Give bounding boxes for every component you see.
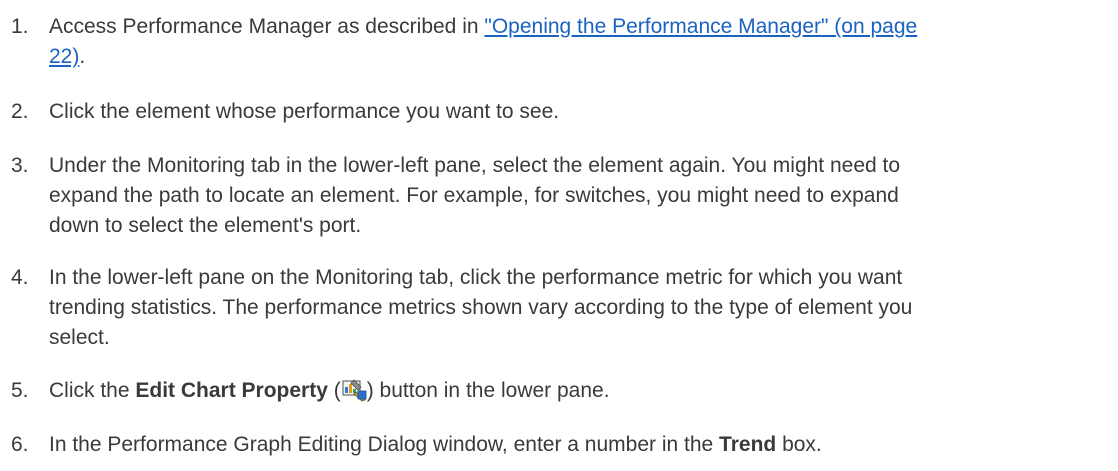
- ui-label-edit-chart-property: Edit Chart Property: [135, 379, 328, 402]
- step-number: 5.: [11, 379, 29, 402]
- step-text: Click the Edit Chart Property ( ) button…: [49, 378, 610, 402]
- step-number: 3.: [11, 154, 29, 177]
- step-text: Click the element whose performance you …: [49, 100, 560, 123]
- step-text: In the Performance Graph Editing Dialog …: [49, 433, 822, 456]
- step-number: 2.: [11, 100, 29, 123]
- step-number: 1.: [11, 15, 29, 38]
- step-text: Access Performance Manager as described …: [49, 15, 918, 68]
- step-number: 4.: [11, 266, 29, 289]
- edit-chart-property-icon: [341, 378, 367, 402]
- step-number: 6.: [11, 433, 29, 456]
- step-text: Under the Monitoring tab in the lower-le…: [49, 154, 901, 237]
- ui-label-trend: Trend: [719, 433, 777, 456]
- step-text: In the lower-left pane on the Monitoring…: [49, 266, 913, 349]
